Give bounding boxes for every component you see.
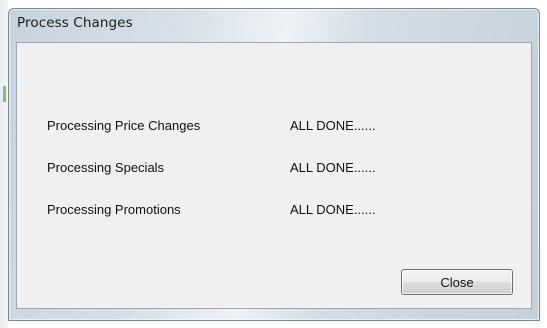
window-title: Process Changes: [17, 15, 133, 31]
status-row-label: Processing Promotions: [47, 202, 181, 217]
process-changes-dialog: Process Changes Processing Price Changes…: [8, 8, 540, 321]
status-row-label: Processing Specials: [47, 160, 165, 175]
status-row-label: Processing Price Changes: [47, 118, 201, 133]
status-row-value: ALL DONE......: [290, 202, 376, 217]
status-row-value: ALL DONE......: [290, 118, 376, 133]
background-window-edge: [0, 0, 8, 328]
desktop-background: Process Changes Processing Price Changes…: [0, 0, 547, 328]
dialog-content: Processing Price Changes ALL DONE...... …: [16, 42, 532, 309]
status-row-value: ALL DONE......: [290, 160, 376, 175]
background-accent: [3, 86, 6, 102]
title-bar[interactable]: Process Changes: [9, 9, 539, 37]
close-button[interactable]: Close: [401, 269, 513, 295]
